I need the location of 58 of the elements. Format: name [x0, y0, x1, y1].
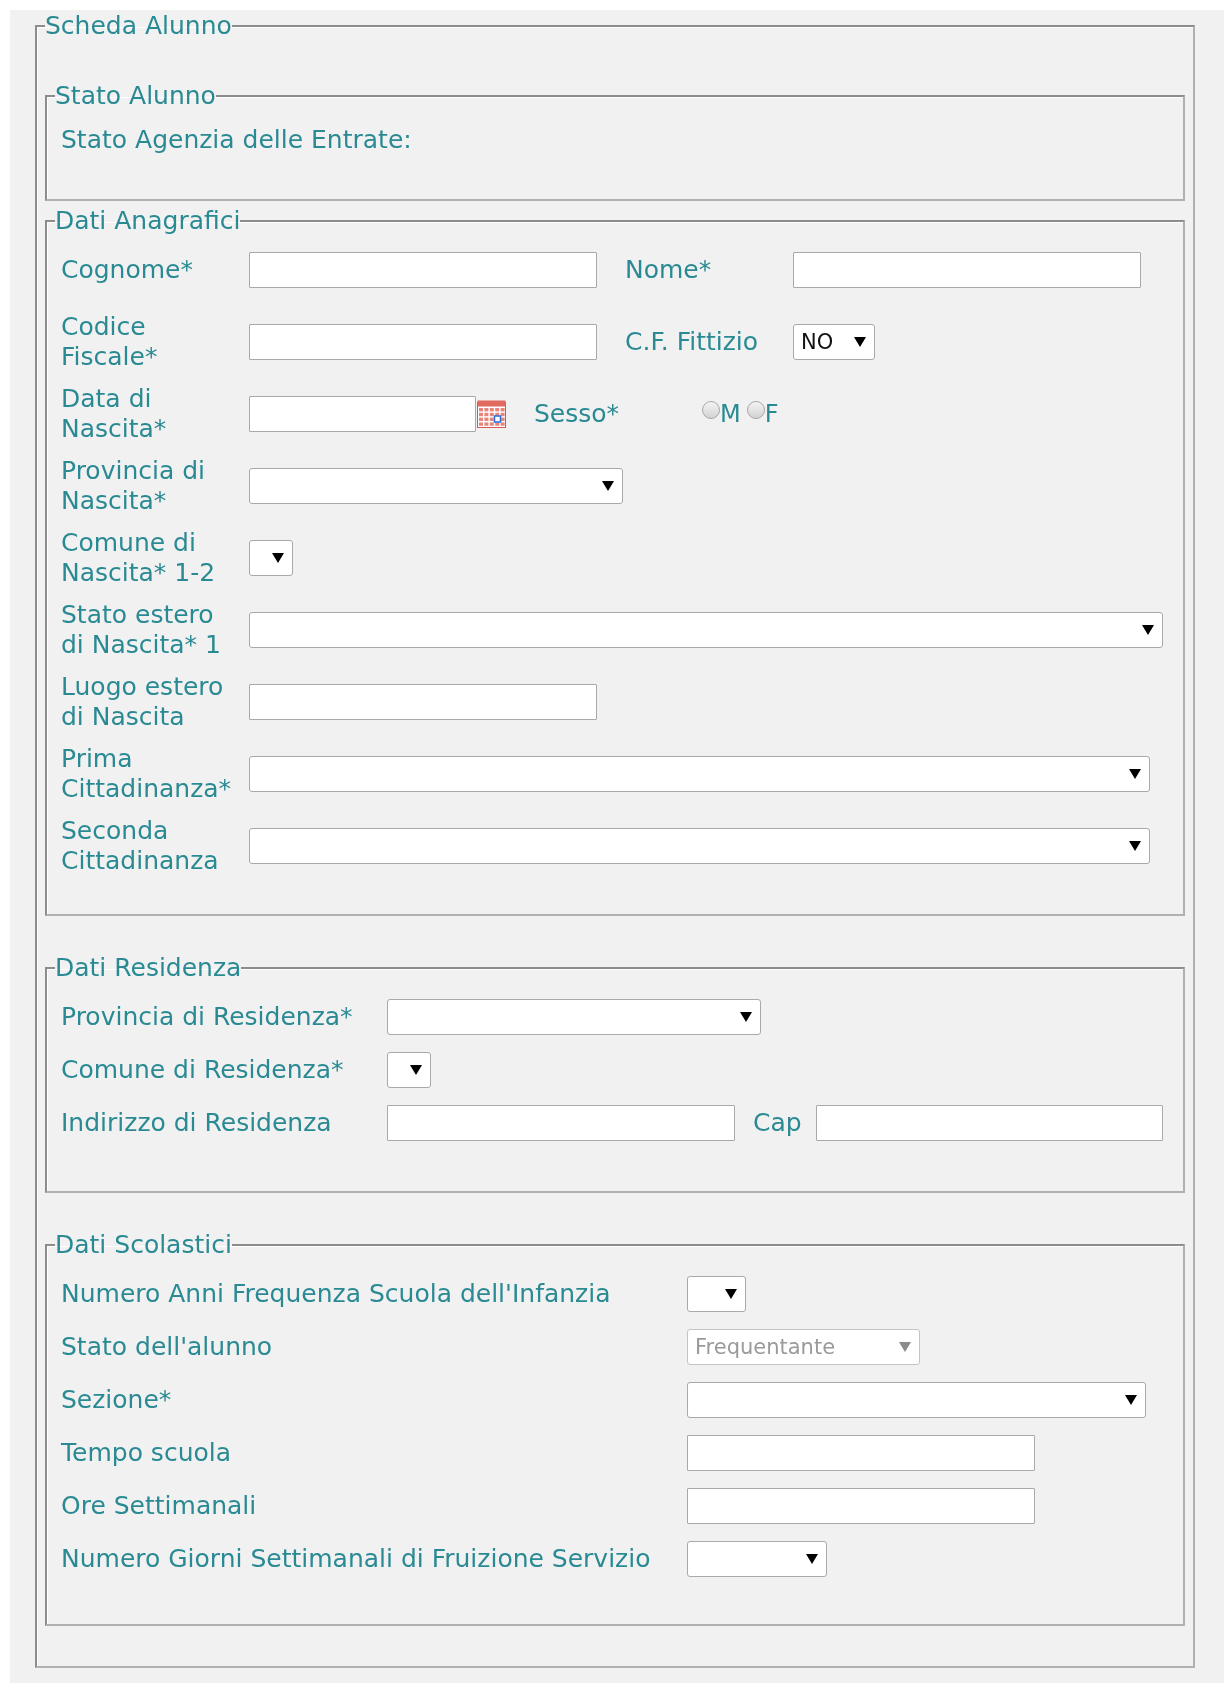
- field-label: Numero Anni Frequenza Scuola dell'Infanzia: [61, 1279, 611, 1308]
- form-title: Scheda Alunno: [45, 11, 232, 41]
- field-label: Nome*: [625, 255, 712, 284]
- section-title: Dati Residenza: [55, 953, 242, 983]
- radio-option[interactable]: M: [702, 399, 741, 429]
- field-label: Luogo estero di Nascita: [61, 672, 224, 731]
- field-label: Stato dell'alunno: [61, 1332, 273, 1361]
- field-label: Comune di Residenza*: [61, 1055, 344, 1084]
- field-label: Comune di Nascita* 1-2: [61, 528, 216, 587]
- field-label: Cognome*: [61, 255, 193, 284]
- text-field[interactable]: [387, 1105, 735, 1141]
- caret-icon: [854, 337, 866, 347]
- caret-icon: [602, 481, 614, 491]
- caret-icon: [806, 1554, 818, 1564]
- section-title: Dati Scolastici: [55, 1230, 232, 1260]
- dropdown[interactable]: [687, 1276, 746, 1312]
- caret-icon: [1125, 1395, 1137, 1405]
- calendar-icon[interactable]: [477, 400, 506, 428]
- field-label: Numero Giorni Settimanali di Fruizione Servizio: [61, 1544, 651, 1573]
- date-field[interactable]: [249, 396, 476, 432]
- caret-icon: [740, 1012, 752, 1022]
- text-field[interactable]: [793, 252, 1141, 288]
- caret-icon: [410, 1065, 422, 1075]
- field-label: Stato estero di Nascita* 1: [61, 600, 221, 659]
- field-label: C.F. Fittizio: [625, 327, 759, 356]
- section-title: Stato Alunno: [55, 81, 216, 111]
- field-label: Codice Fiscale*: [61, 312, 158, 371]
- text-field[interactable]: [687, 1488, 1035, 1524]
- radio-button[interactable]: [702, 401, 720, 419]
- field-label: Sezione*: [61, 1385, 172, 1414]
- radio-option[interactable]: F: [746, 399, 779, 429]
- field-label: Indirizzo di Residenza: [61, 1108, 332, 1137]
- text-field[interactable]: [687, 1435, 1035, 1471]
- dropdown[interactable]: [387, 1052, 431, 1088]
- field-label: Seconda Cittadinanza: [61, 816, 219, 875]
- caret-icon: [272, 553, 284, 563]
- text-field[interactable]: [249, 684, 597, 720]
- field-label: Data di Nascita*: [61, 384, 167, 443]
- caret-icon: [1129, 769, 1141, 779]
- field-label: Provincia di Residenza*: [61, 1002, 353, 1031]
- caret-icon: [725, 1289, 737, 1299]
- text-field[interactable]: [816, 1105, 1163, 1141]
- field-label: Provincia di Nascita*: [61, 456, 206, 515]
- text-field[interactable]: [249, 324, 597, 360]
- field-label: Sesso*: [534, 399, 620, 428]
- caret-icon: [1142, 625, 1154, 635]
- section-title: Dati Anagrafici: [55, 206, 241, 236]
- field-label: Tempo scuola: [61, 1438, 232, 1467]
- field-label: Cap: [753, 1108, 802, 1137]
- caret-icon: [899, 1342, 911, 1352]
- dropdown[interactable]: [249, 540, 293, 576]
- dropdown[interactable]: NO: [793, 324, 875, 360]
- field-label: Prima Cittadinanza*: [61, 744, 232, 803]
- radio-button[interactable]: [746, 401, 765, 419]
- status-label: Stato Agenzia delle Entrate:: [61, 125, 412, 155]
- caret-icon: [1129, 841, 1141, 851]
- text-field[interactable]: [249, 252, 597, 288]
- field-label: Ore Settimanali: [61, 1491, 257, 1520]
